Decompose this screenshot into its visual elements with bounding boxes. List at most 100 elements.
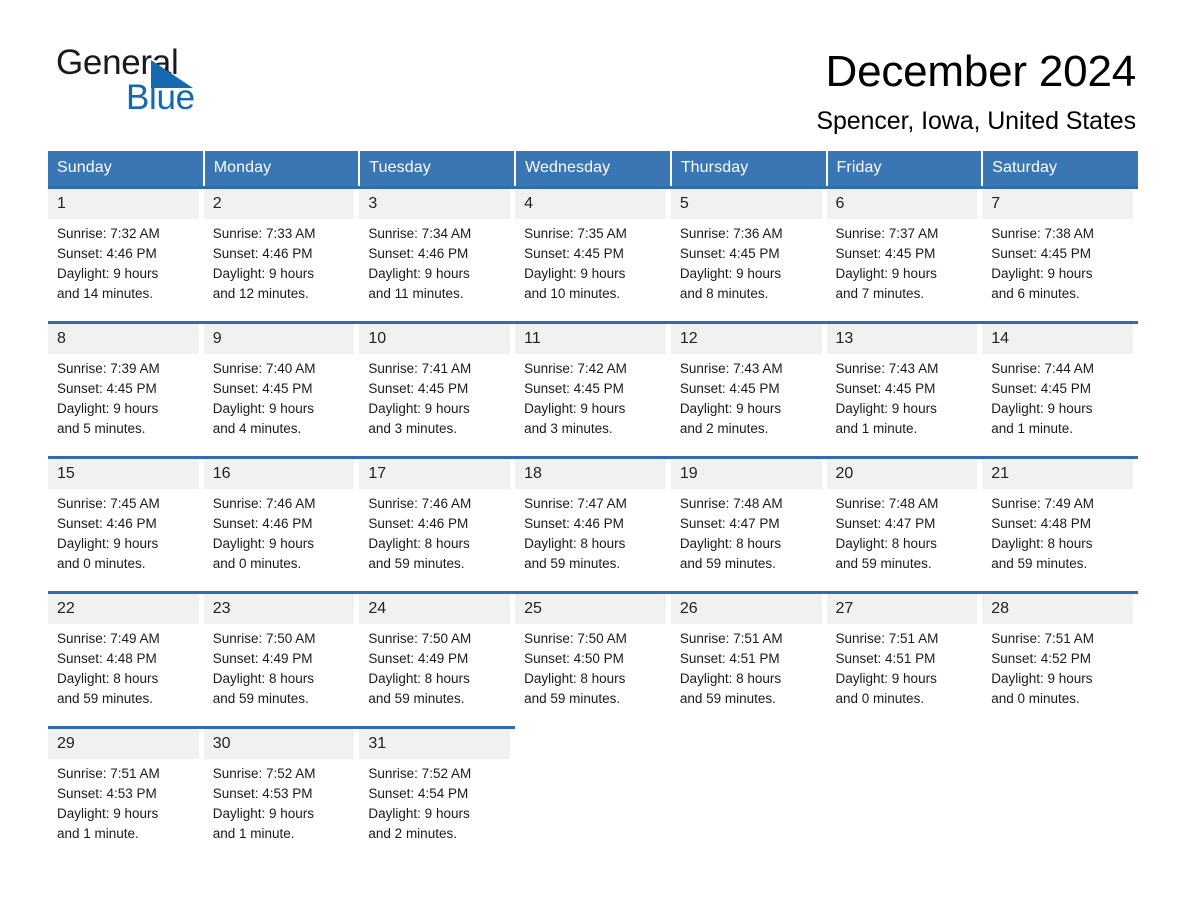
day-details: Sunrise: 7:37 AM Sunset: 4:45 PM Daylight:… (827, 219, 978, 304)
daylight-duration-line-2: and 12 minutes. (212, 286, 309, 301)
daylight-duration-line-1: Daylight: 9 hours (57, 401, 159, 416)
sunset-time: Sunset: 4:48 PM (991, 516, 1092, 531)
day-number: 8 (48, 324, 199, 354)
daylight-duration-line-1: Daylight: 9 hours (57, 266, 159, 281)
sunrise-time: Sunrise: 7:52 AM (368, 766, 472, 781)
daylight-duration-line-1: Daylight: 9 hours (368, 806, 470, 821)
daylight-duration-line-2: and 59 minutes. (991, 556, 1088, 571)
sunrise-time: Sunrise: 7:43 AM (835, 361, 939, 376)
calendar-day-cell[interactable]: 2 Sunrise: 7:33 AM Sunset: 4:46 PM Daylight… (203, 186, 360, 321)
calendar-day-cell[interactable]: 7 Sunrise: 7:38 AM Sunset: 4:45 PM Daylight… (982, 186, 1138, 321)
calendar-day-cell[interactable]: 16 Sunrise: 7:46 AM Sunset: 4:46 PM Dayligh… (203, 456, 360, 591)
calendar-day-cell[interactable]: 26 Sunrise: 7:51 AM Sunset: 4:51 PM Dayligh… (670, 591, 827, 726)
day-details: Sunrise: 7:49 AM Sunset: 4:48 PM Daylight:… (982, 489, 1133, 574)
calendar-day-cell[interactable]: 4 Sunrise: 7:35 AM Sunset: 4:45 PM Daylight… (515, 186, 671, 321)
day-number: 6 (826, 189, 978, 219)
daylight-duration-line-1: Daylight: 8 hours (679, 536, 782, 551)
calendar-day-cell[interactable]: 22 Sunrise: 7:49 AM Sunset: 4:48 PM Dayligh… (48, 591, 204, 726)
day-number (671, 726, 822, 756)
sunrise-time: Sunrise: 7:47 AM (524, 496, 627, 511)
day-details: Sunrise: 7:52 AM Sunset: 4:53 PM Daylight:… (204, 759, 355, 844)
calendar-day-cell[interactable]: 12 Sunrise: 7:43 AM Sunset: 4:45 PM Dayligh… (670, 321, 827, 456)
sunset-time: Sunset: 4:49 PM (368, 651, 469, 666)
day-cell-content: 28 Sunrise: 7:51 AM Sunset: 4:52 PM Dayligh… (982, 591, 1138, 726)
general-blue-logo: General Blue (56, 44, 236, 120)
daylight-duration-line-1: Daylight: 9 hours (991, 401, 1093, 416)
day-number (515, 726, 666, 756)
calendar-day-cell[interactable]: 21 Sunrise: 7:49 AM Sunset: 4:48 PM Dayligh… (982, 456, 1138, 591)
daylight-duration-line-1: Daylight: 8 hours (524, 671, 626, 686)
sunrise-time: Sunrise: 7:37 AM (835, 226, 939, 241)
calendar-day-cell[interactable]: 31 Sunrise: 7:52 AM Sunset: 4:54 PM Dayligh… (359, 726, 516, 861)
sunrise-time: Sunrise: 7:46 AM (368, 496, 472, 511)
calendar-week-row: 29 Sunrise: 7:51 AM Sunset: 4:53 PM Dayligh… (48, 726, 1138, 861)
calendar-day-cell[interactable]: 10 Sunrise: 7:41 AM Sunset: 4:45 PM Dayligh… (359, 321, 516, 456)
calendar-day-cell[interactable]: 24 Sunrise: 7:50 AM Sunset: 4:49 PM Dayligh… (359, 591, 516, 726)
day-details: Sunrise: 7:52 AM Sunset: 4:54 PM Daylight:… (359, 759, 510, 844)
calendar-day-cell[interactable]: 25 Sunrise: 7:50 AM Sunset: 4:50 PM Dayligh… (515, 591, 671, 726)
sunset-time: Sunset: 4:51 PM (835, 651, 936, 666)
calendar-day-cell[interactable]: 28 Sunrise: 7:51 AM Sunset: 4:52 PM Dayligh… (982, 591, 1138, 726)
day-cell-content: 10 Sunrise: 7:41 AM Sunset: 4:45 PM Dayligh… (359, 321, 516, 456)
day-number: 5 (670, 189, 822, 219)
calendar-day-cell[interactable]: 13 Sunrise: 7:43 AM Sunset: 4:45 PM Dayligh… (826, 321, 983, 456)
calendar-day-cell[interactable]: 11 Sunrise: 7:42 AM Sunset: 4:45 PM Dayligh… (515, 321, 671, 456)
daylight-duration-line-2: and 3 minutes. (368, 421, 457, 436)
sunset-time: Sunset: 4:45 PM (368, 381, 469, 396)
sunrise-time: Sunrise: 7:34 AM (368, 226, 472, 241)
day-cell-content: 9 Sunrise: 7:40 AM Sunset: 4:45 PM Daylight… (203, 321, 360, 456)
sunset-time: Sunset: 4:48 PM (57, 651, 157, 666)
day-cell-content: 18 Sunrise: 7:47 AM Sunset: 4:46 PM Dayligh… (515, 456, 671, 591)
day-number: 20 (826, 459, 978, 489)
day-details: Sunrise: 7:51 AM Sunset: 4:53 PM Daylight:… (48, 759, 199, 844)
daylight-duration-line-2: and 2 minutes. (368, 826, 457, 841)
sunrise-time: Sunrise: 7:51 AM (835, 631, 939, 646)
sunset-time: Sunset: 4:46 PM (524, 516, 624, 531)
day-number: 10 (359, 324, 511, 354)
sunrise-time: Sunrise: 7:41 AM (368, 361, 472, 376)
day-details: Sunrise: 7:48 AM Sunset: 4:47 PM Daylight:… (671, 489, 822, 574)
sunrise-time: Sunrise: 7:46 AM (212, 496, 316, 511)
day-number: 2 (203, 189, 355, 219)
calendar-day-cell[interactable]: 15 Sunrise: 7:45 AM Sunset: 4:46 PM Dayligh… (48, 456, 204, 591)
sunrise-time: Sunrise: 7:51 AM (991, 631, 1095, 646)
calendar-day-cell[interactable]: 1 Sunrise: 7:32 AM Sunset: 4:46 PM Daylight… (48, 186, 204, 321)
calendar-day-cell[interactable]: 23 Sunrise: 7:50 AM Sunset: 4:49 PM Dayligh… (203, 591, 360, 726)
calendar-day-cell[interactable]: 9 Sunrise: 7:40 AM Sunset: 4:45 PM Daylight… (203, 321, 360, 456)
sunrise-time: Sunrise: 7:38 AM (991, 226, 1095, 241)
daylight-duration-line-2: and 59 minutes. (679, 556, 776, 571)
sunrise-time: Sunrise: 7:50 AM (368, 631, 472, 646)
daylight-duration-line-1: Daylight: 9 hours (679, 401, 782, 416)
daylight-duration-line-1: Daylight: 8 hours (835, 536, 937, 551)
weekday-header-monday: Monday (203, 151, 361, 186)
page-subtitle: Spencer, Iowa, United States (816, 107, 1136, 135)
day-details: Sunrise: 7:47 AM Sunset: 4:46 PM Daylight:… (515, 489, 666, 574)
calendar-day-cell[interactable]: 3 Sunrise: 7:34 AM Sunset: 4:46 PM Daylight… (359, 186, 516, 321)
calendar-day-cell[interactable]: 29 Sunrise: 7:51 AM Sunset: 4:53 PM Dayligh… (48, 726, 204, 861)
calendar-day-cell[interactable]: 8 Sunrise: 7:39 AM Sunset: 4:45 PM Daylight… (48, 321, 204, 456)
day-cell-content: 16 Sunrise: 7:46 AM Sunset: 4:46 PM Dayligh… (203, 456, 360, 591)
sunset-time: Sunset: 4:45 PM (524, 246, 624, 261)
daylight-duration-line-2: and 2 minutes. (679, 421, 769, 436)
sunrise-time: Sunrise: 7:50 AM (524, 631, 627, 646)
sunset-time: Sunset: 4:45 PM (524, 381, 624, 396)
day-cell-empty (515, 726, 671, 861)
calendar-day-cell[interactable]: 14 Sunrise: 7:44 AM Sunset: 4:45 PM Dayligh… (982, 321, 1138, 456)
calendar-day-cell (826, 726, 983, 861)
day-cell-content: 19 Sunrise: 7:48 AM Sunset: 4:47 PM Dayligh… (670, 456, 827, 591)
calendar-day-cell[interactable]: 18 Sunrise: 7:47 AM Sunset: 4:46 PM Dayligh… (515, 456, 671, 591)
calendar-day-cell[interactable]: 20 Sunrise: 7:48 AM Sunset: 4:47 PM Dayligh… (826, 456, 983, 591)
calendar-day-cell[interactable]: 27 Sunrise: 7:51 AM Sunset: 4:51 PM Dayligh… (826, 591, 983, 726)
calendar-day-cell[interactable]: 6 Sunrise: 7:37 AM Sunset: 4:45 PM Daylight… (826, 186, 983, 321)
daylight-duration-line-1: Daylight: 9 hours (524, 401, 626, 416)
sunset-time: Sunset: 4:45 PM (991, 381, 1092, 396)
calendar-day-cell[interactable]: 17 Sunrise: 7:46 AM Sunset: 4:46 PM Dayligh… (359, 456, 516, 591)
daylight-duration-line-1: Daylight: 9 hours (212, 266, 315, 281)
day-number: 21 (982, 459, 1133, 489)
daylight-duration-line-2: and 1 minute. (991, 421, 1074, 436)
calendar-day-cell[interactable]: 30 Sunrise: 7:52 AM Sunset: 4:53 PM Dayligh… (203, 726, 360, 861)
calendar-day-cell[interactable]: 19 Sunrise: 7:48 AM Sunset: 4:47 PM Dayligh… (670, 456, 827, 591)
calendar-day-cell[interactable]: 5 Sunrise: 7:36 AM Sunset: 4:45 PM Daylight… (670, 186, 827, 321)
daylight-duration-line-2: and 59 minutes. (835, 556, 932, 571)
day-number: 29 (48, 729, 199, 759)
